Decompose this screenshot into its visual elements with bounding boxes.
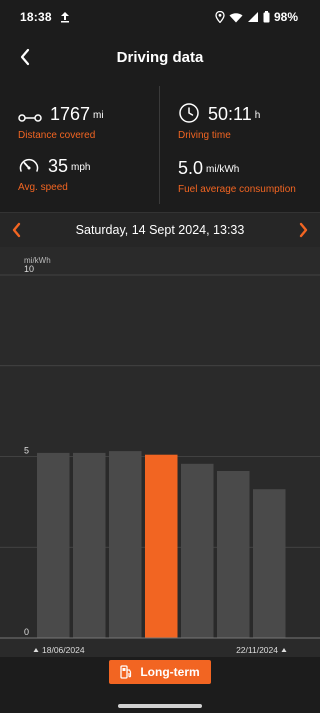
consumption-label: Fuel average consumption <box>178 184 296 195</box>
speed-value: 35 <box>48 156 69 176</box>
stat-time: 50:11 h Driving time <box>178 102 260 141</box>
speed-label: Avg. speed <box>18 182 68 193</box>
page-title: Driving data <box>116 49 204 66</box>
bar[interactable] <box>217 471 250 638</box>
next-button[interactable] <box>294 220 312 240</box>
bar[interactable] <box>181 463 214 638</box>
distance-value: 1767 <box>50 104 91 124</box>
consumption-value: 5.0 <box>178 158 204 178</box>
long-term-label: Long-term <box>140 665 200 679</box>
stat-consumption: 5.0 mi/kWh Fuel average consumption <box>178 158 296 195</box>
chart-canvas: 0 5 10 18/06/2024 22/11/2024 <box>0 264 320 655</box>
time-label: Driving time <box>178 130 231 141</box>
x-end-label: 22/11/2024 <box>236 645 278 655</box>
y-tick-label: 5 <box>24 446 29 456</box>
speed-unit: mph <box>71 162 91 173</box>
distance-icon <box>18 114 42 122</box>
consumption-chart: mi/kWh 0 5 10 18/06/2024 22/11/2024 <box>0 247 320 657</box>
bar[interactable] <box>37 452 70 638</box>
upload-icon <box>60 10 70 28</box>
stat-distance: 1767 mi Distance covered <box>18 104 104 141</box>
long-term-button[interactable]: Long-term <box>109 660 211 684</box>
distance-unit: mi <box>93 110 104 121</box>
bar[interactable] <box>73 452 106 638</box>
home-indicator[interactable] <box>118 704 202 708</box>
battery-percent: 98% <box>273 10 298 24</box>
date-text: Saturday, 14 Sept 2024, 13:33 <box>75 223 245 237</box>
y-tick-label: 10 <box>24 264 34 274</box>
status-time: 18:38 <box>20 10 52 24</box>
x-start-label-marker <box>33 648 39 652</box>
signal-icon <box>247 11 259 23</box>
bar[interactable] <box>109 451 142 638</box>
stats-panel: 1767 mi Distance covered 50:11 h Driving… <box>0 80 320 210</box>
x-end-label-marker <box>281 648 287 652</box>
x-start-label: 18/06/2024 <box>42 645 85 655</box>
wifi-icon <box>229 12 243 23</box>
stat-speed: 35 mph Avg. speed <box>18 156 90 193</box>
stats-divider <box>159 86 160 204</box>
location-icon <box>215 11 225 23</box>
time-unit: h <box>254 110 261 121</box>
date-selector: Saturday, 14 Sept 2024, 13:33 <box>0 212 320 248</box>
fuel-pump-icon <box>120 665 132 679</box>
time-value: 50:11 <box>208 104 252 124</box>
chevron-right-icon <box>299 222 308 238</box>
distance-label: Distance covered <box>18 130 96 141</box>
consumption-unit: mi/kWh <box>206 164 240 175</box>
speedometer-icon <box>19 158 39 172</box>
clock-icon <box>179 103 199 123</box>
app-header: Driving data <box>0 36 320 80</box>
status-bar: 18:38 98% <box>0 0 320 36</box>
y-tick-label: 0 <box>24 627 29 637</box>
bar[interactable] <box>253 489 286 638</box>
bottom-area <box>0 690 320 713</box>
bar-selected[interactable] <box>145 454 178 638</box>
battery-icon <box>263 11 270 23</box>
